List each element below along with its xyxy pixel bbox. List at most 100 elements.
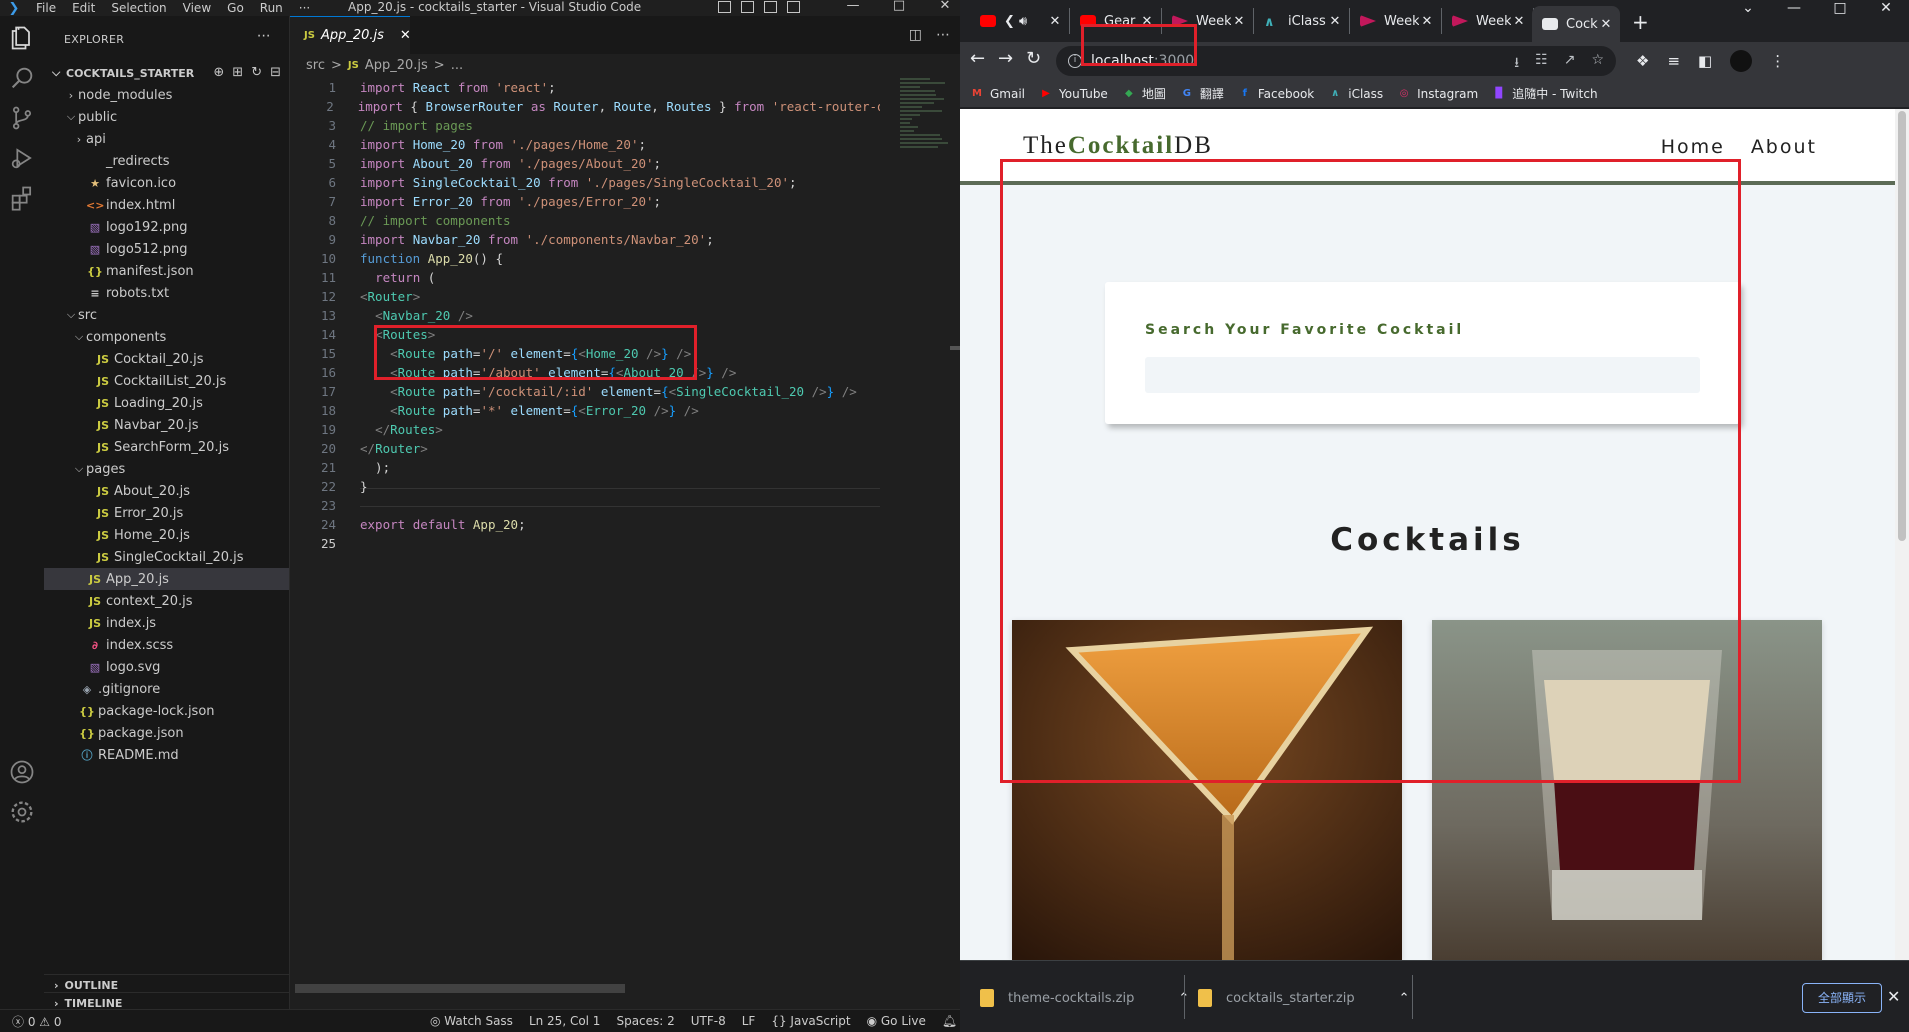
settings-gear-icon[interactable] (8, 798, 36, 826)
toggle-panel-icon[interactable] (741, 1, 754, 13)
tree-folder[interactable]: ⌵ components (44, 326, 289, 348)
menu-view[interactable]: View (175, 1, 219, 15)
translate-icon[interactable]: ☷ (1535, 52, 1548, 76)
toggle-secondary-sidebar-icon[interactable] (764, 1, 777, 13)
site-logo[interactable]: TheCocktailDB (1023, 132, 1213, 160)
code-line[interactable]: 10 function App_20() { (290, 249, 880, 268)
tree-file[interactable]: JS context_20.js (44, 590, 289, 612)
tree-file[interactable]: ∂ index.scss (44, 634, 289, 656)
breadcrumb-file[interactable]: App_20.js (365, 58, 428, 73)
bookmark-item[interactable]: ◎ Instagram (1397, 87, 1478, 101)
bookmark-item[interactable]: ▶ YouTube (1039, 87, 1108, 101)
browser-tab[interactable]: ❮ 🔊︎ ✕ (970, 8, 1070, 34)
bookmark-item[interactable]: ◆ 地圖 (1122, 85, 1166, 102)
close-tab-icon[interactable]: ✕ (1327, 14, 1343, 29)
side-panel-icon[interactable]: ◧ (1698, 52, 1712, 70)
more-actions-icon[interactable]: ⋯ (936, 27, 950, 43)
cocktail-card[interactable] (1432, 620, 1822, 960)
browser-tab[interactable]: Gear ✕ (1070, 8, 1162, 34)
status-eol[interactable]: LF (742, 1014, 756, 1028)
code-line[interactable]: 3 // import pages (290, 116, 880, 135)
tree-file[interactable]: JS Navbar_20.js (44, 414, 289, 436)
explorer-files-icon[interactable] (8, 24, 36, 52)
bookmark-item[interactable]: f Facebook (1238, 87, 1315, 101)
code-line[interactable]: 21 ); (290, 458, 880, 477)
minimize-icon[interactable]: — (1771, 0, 1817, 20)
page-scrollbar[interactable] (1895, 109, 1909, 960)
reload-icon[interactable]: ↻ (1026, 48, 1041, 69)
status-indentation[interactable]: Spaces: 2 (616, 1014, 674, 1028)
tree-file[interactable]: ★ favicon.ico (44, 172, 289, 194)
code-editor[interactable]: 1 import React from 'react'; 2 import { Br… (290, 78, 880, 553)
download-item[interactable]: theme-cocktails.zip ⌃ (980, 985, 1189, 1011)
tree-file[interactable]: _redirects (44, 150, 289, 172)
tree-file[interactable]: JS CocktailList_20.js (44, 370, 289, 392)
code-line[interactable]: 25 (290, 534, 880, 553)
editor-scroll-marker[interactable] (950, 346, 960, 350)
close-tab-icon[interactable]: ✕ (1511, 14, 1527, 29)
search-input[interactable] (1145, 357, 1700, 393)
code-line[interactable]: 5 import About_20 from './pages/About_20'… (290, 154, 880, 173)
tab-search-icon[interactable]: ⌄ (1725, 0, 1771, 20)
tree-file[interactable]: ▧ logo512.png (44, 238, 289, 260)
menu-file[interactable]: File (28, 1, 64, 15)
code-line[interactable]: 22} (290, 477, 880, 496)
new-folder-icon[interactable]: ⊞ (232, 65, 243, 80)
horizontal-scrollbar[interactable] (295, 984, 625, 993)
code-line[interactable]: 24 export default App_20; (290, 515, 880, 534)
code-line[interactable]: 16 <Route path='/about' element={<About_… (290, 363, 880, 382)
maximize-icon[interactable]: □ (1817, 0, 1863, 20)
new-tab-icon[interactable]: + (1632, 10, 1649, 34)
split-editor-icon[interactable]: ◫ (909, 27, 922, 43)
tree-file[interactable]: JS Error_20.js (44, 502, 289, 524)
code-line[interactable]: 4 import Home_20 from './pages/Home_20'; (290, 135, 880, 154)
cocktail-card[interactable] (1012, 620, 1402, 960)
refresh-icon[interactable]: ↻ (251, 65, 262, 80)
tree-file[interactable]: JS Cocktail_20.js (44, 348, 289, 370)
browser-tab[interactable]: Week ✕ (1442, 8, 1534, 34)
status-watch-sass[interactable]: ◎ Watch Sass (430, 1014, 513, 1028)
scrollbar-thumb[interactable] (1898, 111, 1906, 541)
code-line[interactable]: 23 (290, 496, 880, 515)
bookmark-item[interactable]: M Gmail (970, 87, 1025, 101)
code-line[interactable]: 8 // import components (290, 211, 880, 230)
download-item[interactable]: cocktails_starter.zip ⌃ (1198, 985, 1410, 1011)
code-line[interactable]: 20 </Router> (290, 439, 880, 458)
address-bar[interactable]: i localhost :3000 ⭳ ☷ ↗ ☆ (1056, 46, 1616, 76)
collapse-all-icon[interactable]: ⊟ (270, 65, 281, 80)
minimap[interactable] (900, 78, 950, 168)
breadcrumb-src[interactable]: src (306, 58, 325, 73)
tree-file[interactable]: JS App_20.js (44, 568, 289, 590)
code-line[interactable]: 9 import Navbar_20 from './components/Nav… (290, 230, 880, 249)
browser-tab[interactable]: Week ✕ (1162, 8, 1254, 34)
browser-tab-active[interactable]: Cockt ✕ (1532, 6, 1620, 42)
menu-more[interactable]: ··· (291, 1, 318, 15)
tree-file[interactable]: ▧ logo.svg (44, 656, 289, 678)
tree-file[interactable]: ▧ logo192.png (44, 216, 289, 238)
status-language[interactable]: {} JavaScript (771, 1014, 850, 1028)
bookmark-item[interactable]: ▉ 追隨中 - Twitch (1492, 85, 1597, 102)
tree-folder[interactable]: › api (44, 128, 289, 150)
close-tab-icon[interactable]: ✕ (1231, 14, 1247, 29)
bookmark-item[interactable]: G 翻譯 (1180, 85, 1224, 102)
code-line[interactable]: 2 import { BrowserRouter as Router, Route… (290, 97, 880, 116)
tree-file[interactable]: {} manifest.json (44, 260, 289, 282)
code-line[interactable]: 11 return ( (290, 268, 880, 287)
code-line[interactable]: 17 <Route path='/cocktail/:id' element={… (290, 382, 880, 401)
code-line[interactable]: 6 import SingleCocktail_20 from './pages/… (290, 173, 880, 192)
site-info-icon[interactable]: i (1068, 54, 1082, 68)
tree-file[interactable]: ≡ robots.txt (44, 282, 289, 304)
forward-icon[interactable]: → (998, 48, 1013, 69)
code-line[interactable]: 19 </Routes> (290, 420, 880, 439)
close-tab-icon[interactable]: ✕ (1139, 14, 1155, 29)
maximize-icon[interactable]: □ (876, 0, 922, 13)
code-line[interactable]: 7 import Error_20 from './pages/Error_20'… (290, 192, 880, 211)
accounts-icon[interactable] (8, 758, 36, 786)
close-tab-icon[interactable]: ✕ (1598, 17, 1614, 32)
menu-edit[interactable]: Edit (64, 1, 103, 15)
source-control-icon[interactable] (8, 104, 36, 132)
tree-file[interactable]: {} package.json (44, 722, 289, 744)
tree-file[interactable]: JS index.js (44, 612, 289, 634)
problems-indicator[interactable]: ⓧ 0 ⚠ 0 (0, 1013, 61, 1030)
code-line[interactable]: 18 <Route path='*' element={<Error_20 />… (290, 401, 880, 420)
